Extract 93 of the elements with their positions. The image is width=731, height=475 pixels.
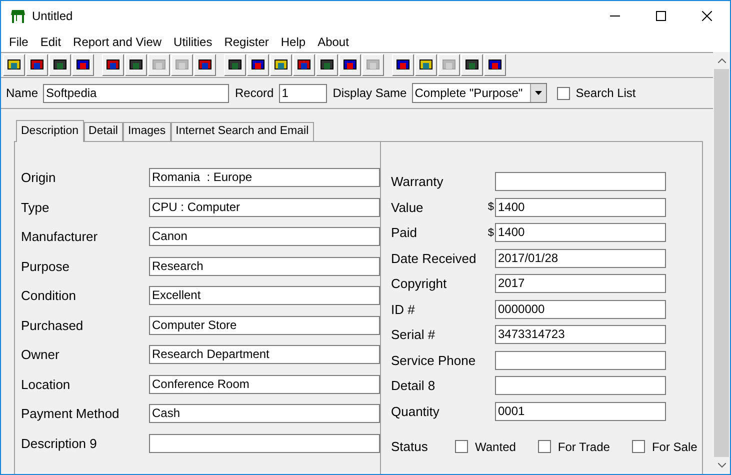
checkbox-label: For Sale [652, 438, 698, 456]
field-label: ID # [391, 300, 416, 318]
checkbox[interactable] [455, 440, 468, 454]
app-icon [10, 9, 26, 23]
text-field[interactable] [495, 350, 666, 370]
toolbar-button[interactable] [415, 54, 437, 76]
field-label: Purchased [21, 316, 84, 334]
text-field[interactable]: Canon [149, 227, 380, 246]
toolbar-button[interactable] [392, 54, 414, 76]
text-field[interactable]: Computer Store [149, 316, 380, 335]
field-label: Location [21, 376, 72, 394]
toolbar-button[interactable] [247, 54, 269, 76]
close-icon [702, 11, 712, 21]
menu-item[interactable]: Report and View [67, 32, 168, 50]
field-label: Serial # [391, 326, 436, 344]
field-label: Paid [391, 224, 418, 242]
tab[interactable]: Detail [84, 122, 123, 141]
field-label: Manufacturer [21, 228, 99, 246]
toolbar-button[interactable] [461, 54, 483, 76]
text-field[interactable]: Romania : Europe [149, 168, 380, 188]
field-label: Copyright [391, 275, 448, 293]
scroll-down-icon [718, 463, 726, 468]
toolbar-button[interactable] [224, 54, 246, 76]
text-field[interactable] [495, 172, 666, 192]
status-label: Status [391, 438, 429, 456]
field-label: Type [21, 198, 50, 217]
text-field[interactable]: 1400 [495, 198, 666, 217]
text-field[interactable]: Softpedia [43, 84, 230, 102]
dropdown-arrow-icon [534, 91, 542, 95]
field-label: Quantity [391, 402, 440, 421]
menu-item[interactable]: Help [274, 32, 312, 50]
text-field[interactable] [495, 376, 666, 396]
maximize-icon [656, 11, 666, 21]
checkbox[interactable] [556, 86, 570, 100]
field-label: Warranty [391, 173, 444, 191]
toolbar-button[interactable] [484, 54, 506, 76]
checkbox-label: Wanted [475, 438, 516, 456]
record-label: Record [235, 85, 274, 102]
field-label: Condition [21, 287, 77, 305]
text-field[interactable]: 2017/01/28 [495, 248, 666, 268]
name-label: Name [6, 85, 38, 102]
text-field[interactable]: 3473314723 [495, 325, 666, 344]
field-label: Service Phone [391, 352, 477, 370]
text-field[interactable] [149, 434, 380, 453]
currency-symbol: $ [488, 200, 494, 215]
scroll-thumb[interactable] [714, 69, 729, 457]
checkbox-label: For Trade [558, 438, 610, 456]
menu-item[interactable]: Utilities [168, 32, 218, 50]
currency-symbol: $ [488, 226, 494, 240]
toolbar-button[interactable] [316, 54, 338, 76]
field-label: Owner [21, 346, 60, 364]
field-label: Purpose [21, 258, 70, 276]
text-field[interactable]: Cash [149, 404, 380, 424]
display-same-label: Display Same [332, 85, 407, 102]
field-label: Payment Method [21, 405, 120, 423]
checkbox-label: Search List [576, 85, 636, 102]
menu-item[interactable]: Register [218, 32, 275, 50]
tab[interactable]: Images [122, 122, 171, 141]
toolbar-button[interactable] [293, 54, 315, 76]
toolbar-button[interactable] [125, 54, 147, 76]
field-label: Value [391, 198, 424, 216]
toolbar-button[interactable] [49, 54, 71, 76]
text-field[interactable]: 0000000 [495, 300, 666, 319]
tab[interactable]: Internet Search and Email [170, 122, 314, 141]
text-field[interactable]: 2017 [495, 274, 666, 294]
text-field[interactable]: 0001 [495, 402, 666, 421]
menu-item[interactable]: Edit [34, 32, 68, 50]
checkbox[interactable] [632, 440, 645, 454]
field-label: Detail 8 [391, 377, 436, 395]
window-title: Untitled [32, 8, 73, 25]
text-field[interactable]: 1400 [495, 223, 666, 242]
field-label: Description 9 [21, 434, 98, 453]
text-field[interactable]: Excellent [149, 286, 380, 306]
text-field[interactable]: Research [149, 256, 380, 276]
toolbar-button[interactable] [270, 54, 292, 76]
display-dropdown[interactable]: Complete "Purpose" [412, 83, 547, 103]
scroll-up-icon [718, 58, 726, 63]
toolbar-button[interactable] [194, 54, 216, 76]
toolbar-button[interactable] [339, 54, 361, 76]
text-field[interactable]: 1 [278, 84, 327, 102]
toolbar-button[interactable] [3, 54, 25, 76]
menu-item[interactable]: File [3, 32, 34, 50]
text-field[interactable]: CPU : Computer [149, 198, 380, 217]
text-field[interactable]: Research Department [149, 345, 380, 364]
text-field[interactable]: Conference Room [149, 374, 380, 394]
toolbar-button[interactable] [26, 54, 48, 76]
tab[interactable]: Description [16, 120, 84, 142]
toolbar-button[interactable] [72, 54, 94, 76]
toolbar-button[interactable] [102, 54, 124, 76]
field-label: Date Received [391, 250, 478, 268]
checkbox[interactable] [538, 440, 551, 454]
field-label: Origin [21, 169, 57, 187]
menu-item[interactable]: About [312, 32, 355, 50]
